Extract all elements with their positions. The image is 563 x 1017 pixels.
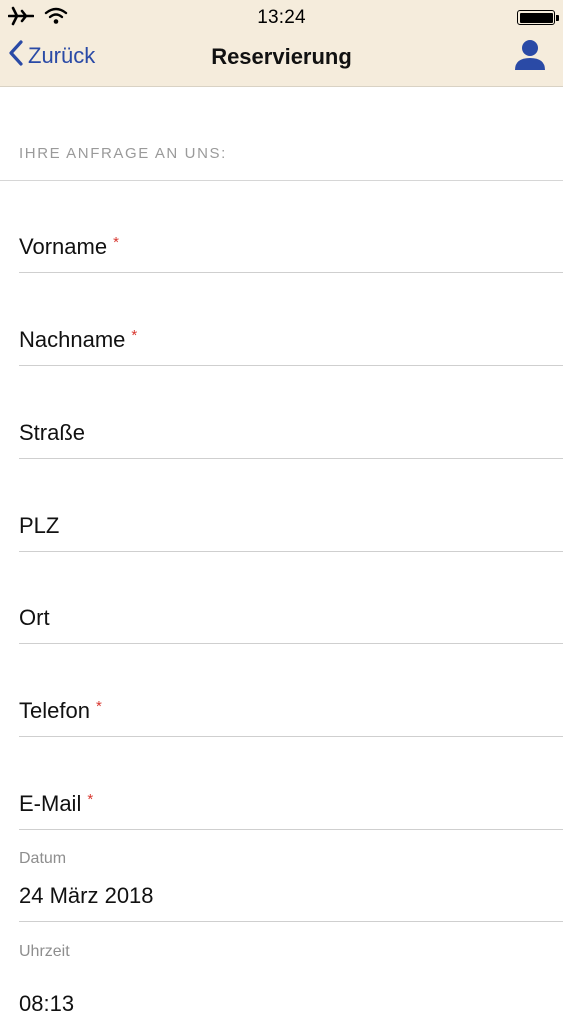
time-field[interactable]: Uhrzeit 08:13 bbox=[19, 923, 563, 1016]
profile-button[interactable] bbox=[513, 38, 547, 74]
date-label: Datum bbox=[19, 850, 67, 867]
time-value: 08:13 bbox=[19, 991, 75, 1016]
ort-field[interactable]: Ort bbox=[19, 552, 563, 644]
plz-field[interactable]: PLZ bbox=[19, 460, 563, 552]
status-time: 13:24 bbox=[257, 7, 306, 28]
required-marker: * bbox=[87, 791, 94, 808]
field-label: Vorname * bbox=[19, 234, 119, 259]
section-header: IHRE ANFRAGE AN UNS: bbox=[19, 145, 227, 162]
field-label: PLZ bbox=[19, 513, 60, 538]
field-label: Nachname * bbox=[19, 327, 138, 352]
field-label: Ort bbox=[19, 605, 50, 630]
required-marker: * bbox=[95, 698, 102, 715]
person-icon bbox=[513, 40, 547, 76]
field-label: Telefon * bbox=[19, 698, 102, 723]
telefon-field[interactable]: Telefon * bbox=[19, 645, 563, 737]
required-marker: * bbox=[131, 327, 138, 344]
field-label: E-Mail * bbox=[19, 791, 94, 816]
date-value: 24 März 2018 bbox=[19, 883, 154, 908]
time-label: Uhrzeit bbox=[19, 943, 70, 960]
vorname-field[interactable]: Vorname * bbox=[19, 181, 563, 273]
top-bar: 13:24 Zurück Reservierung bbox=[0, 0, 563, 87]
email-field[interactable]: E-Mail * bbox=[19, 738, 563, 830]
field-label: Straße bbox=[19, 420, 86, 445]
required-marker: * bbox=[113, 234, 119, 251]
strasse-field[interactable]: Straße bbox=[19, 367, 563, 459]
page-title: Reservierung bbox=[211, 44, 352, 69]
date-field[interactable]: Datum 24 März 2018 bbox=[19, 830, 563, 922]
battery-icon bbox=[517, 10, 559, 25]
nachname-field[interactable]: Nachname * bbox=[19, 274, 563, 366]
